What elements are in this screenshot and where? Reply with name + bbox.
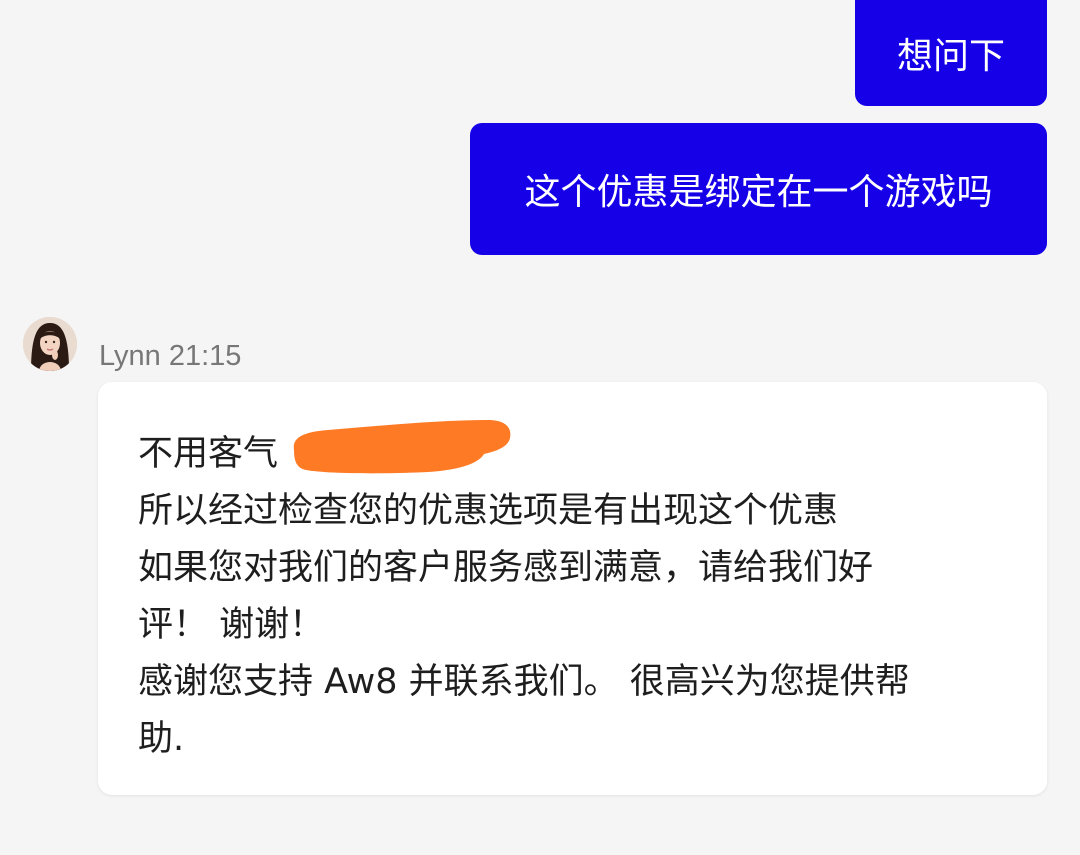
outgoing-message-text: 这个优惠是绑定在一个游戏吗 xyxy=(524,172,993,213)
message-line: 如果您对我们的客户服务感到满意，请给我们好 xyxy=(138,548,874,588)
redaction-mark xyxy=(293,420,511,474)
avatar-photo-icon xyxy=(23,317,77,371)
message-line: 评！ 谢谢！ xyxy=(138,605,325,645)
message-line: 不用客气 xyxy=(138,434,279,474)
message-line: 感谢您支持 Aw8 并联系我们。 很高兴为您提供帮 xyxy=(138,662,910,702)
outgoing-message-text: 想问下 xyxy=(896,36,1005,77)
incoming-message-text: 不用客气 所以经过检查您的优惠选项是有出现这个优惠 如果您对我们的客户服务感到满… xyxy=(138,426,998,768)
sender-name: Lynn xyxy=(99,340,161,372)
outgoing-message-bubble[interactable]: 想问下 xyxy=(855,0,1047,106)
message-time: 21:15 xyxy=(168,340,242,372)
message-line: 助. xyxy=(138,719,185,759)
incoming-message-bubble[interactable]: 不用客气 所以经过检查您的优惠选项是有出现这个优惠 如果您对我们的客户服务感到满… xyxy=(98,382,1047,795)
message-meta: Lynn 21:15 xyxy=(99,340,241,373)
agent-avatar[interactable] xyxy=(23,317,77,371)
message-line: 所以经过检查您的优惠选项是有出现这个优惠 xyxy=(138,491,839,531)
outgoing-message-bubble[interactable]: 这个优惠是绑定在一个游戏吗 xyxy=(470,123,1047,255)
